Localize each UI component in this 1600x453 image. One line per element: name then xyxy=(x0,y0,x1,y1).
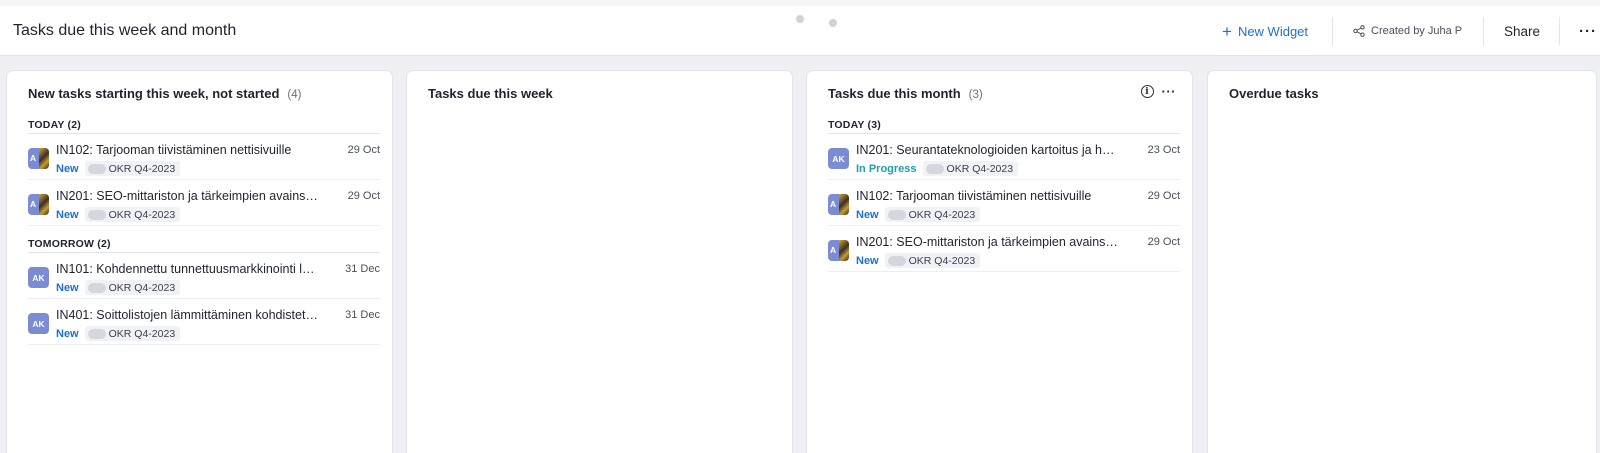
task-title[interactable]: IN201: SEO-mittariston ja tärkeimpien av… xyxy=(856,235,1118,249)
task-row[interactable]: A IN201: SEO-mittariston ja tärkeimpien … xyxy=(828,226,1180,272)
status-badge: New xyxy=(856,208,879,221)
created-by-button[interactable]: Created by Juha P xyxy=(1353,6,1462,56)
task-meta: In Progress OKR Q4-2023 xyxy=(856,161,1019,176)
info-icon[interactable]: i xyxy=(1140,85,1154,98)
task-row[interactable]: A IN201: SEO-mittariston ja tärkeimpien … xyxy=(28,180,380,226)
new-widget-label: New Widget xyxy=(1237,23,1309,39)
task-meta: New OKR Q4-2023 xyxy=(56,161,181,176)
widget-title-text: Overdue tasks xyxy=(1229,86,1319,101)
avatar: AK xyxy=(28,267,49,288)
new-widget-button[interactable]: + New Widget xyxy=(1222,6,1308,56)
status-badge: New xyxy=(56,281,79,294)
task-row[interactable]: AK IN101: Kohdennettu tunnettuusmarkkino… xyxy=(28,253,380,299)
status-badge: New xyxy=(56,327,79,340)
okr-tag[interactable]: OKR Q4-2023 xyxy=(884,253,981,268)
group-label-today: TODAY (3) xyxy=(828,116,1180,134)
widget-new-tasks-this-week: New tasks starting this week, not starte… xyxy=(6,70,393,453)
widget-title: New tasks starting this week, not starte… xyxy=(28,86,301,101)
task-title[interactable]: IN401: Soittolistojen lämmittäminen kohd… xyxy=(56,308,318,322)
avatar: A xyxy=(28,194,49,215)
task-date: 29 Oct xyxy=(347,144,380,156)
widget-actions: i ··· xyxy=(1140,85,1177,98)
status-badge: New xyxy=(56,208,79,221)
more-horizontal-icon[interactable]: ··· xyxy=(1579,6,1597,56)
task-date: 29 Oct xyxy=(347,190,380,202)
drag-indicator-dot xyxy=(829,19,837,27)
task-row[interactable]: AK IN201: Seurantateknologioiden kartoit… xyxy=(828,134,1180,180)
task-title[interactable]: IN201: SEO-mittariston ja tärkeimpien av… xyxy=(56,189,318,203)
okr-tag[interactable]: OKR Q4-2023 xyxy=(884,207,981,222)
widget-title: Tasks due this week xyxy=(428,86,553,101)
widget-title: Tasks due this month (3) xyxy=(828,86,983,101)
task-title[interactable]: IN102: Tarjooman tiivistäminen nettisivu… xyxy=(856,189,1118,203)
okr-tag[interactable]: OKR Q4-2023 xyxy=(84,161,181,176)
okr-tag[interactable]: OKR Q4-2023 xyxy=(84,326,181,341)
okr-tag[interactable]: OKR Q4-2023 xyxy=(922,161,1019,176)
header-divider xyxy=(1559,17,1560,45)
widget-count: (4) xyxy=(287,89,302,101)
task-meta: New OKR Q4-2023 xyxy=(56,326,181,341)
avatar: A xyxy=(828,240,849,261)
more-horizontal-icon[interactable]: ··· xyxy=(1162,85,1177,98)
group-label-tomorrow: TOMORROW (2) xyxy=(28,235,380,253)
task-list: TODAY (2) A IN102: Tarjooman tiivistämin… xyxy=(28,116,380,345)
share-button[interactable]: Share xyxy=(1504,6,1540,56)
task-title[interactable]: IN102: Tarjooman tiivistäminen nettisivu… xyxy=(56,143,318,157)
task-date: 23 Oct xyxy=(1147,144,1180,156)
widget-title-text: Tasks due this week xyxy=(428,86,553,101)
task-date: 29 Oct xyxy=(1147,236,1180,248)
avatar: AK xyxy=(28,313,49,334)
task-date: 29 Oct xyxy=(1147,190,1180,202)
status-badge: New xyxy=(56,162,79,175)
avatar: A xyxy=(828,194,849,215)
task-meta: New OKR Q4-2023 xyxy=(856,207,981,222)
avatar: AK xyxy=(828,148,849,169)
widget-title: Overdue tasks xyxy=(1229,86,1319,101)
widget-title-text: New tasks starting this week, not starte… xyxy=(28,86,280,101)
okr-tag[interactable]: OKR Q4-2023 xyxy=(84,280,181,295)
header-divider xyxy=(1332,17,1333,45)
header-divider xyxy=(1483,17,1484,45)
created-by-label: Created by Juha P xyxy=(1371,25,1463,37)
task-row[interactable]: A IN102: Tarjooman tiivistäminen nettisi… xyxy=(28,134,380,180)
task-row[interactable]: A IN102: Tarjooman tiivistäminen nettisi… xyxy=(828,180,1180,226)
task-date: 31 Dec xyxy=(345,263,380,275)
dashboard-header: Tasks due this week and month + New Widg… xyxy=(0,6,1600,56)
widget-tasks-due-this-month: Tasks due this month (3) i ··· TODAY (3)… xyxy=(806,70,1193,453)
status-badge: In Progress xyxy=(856,162,917,175)
drag-indicator-dot xyxy=(796,15,804,23)
group-label-today: TODAY (2) xyxy=(28,116,380,134)
widget-tasks-due-this-week: Tasks due this week xyxy=(406,70,793,453)
task-title[interactable]: IN101: Kohdennettu tunnettuusmarkkinoint… xyxy=(56,262,318,276)
okr-tag[interactable]: OKR Q4-2023 xyxy=(84,207,181,222)
task-date: 31 Dec xyxy=(345,309,380,321)
task-list: TODAY (3) AK IN201: Seurantateknologioid… xyxy=(828,116,1180,272)
task-row[interactable]: AK IN401: Soittolistojen lämmittäminen k… xyxy=(28,299,380,345)
status-badge: New xyxy=(856,254,879,267)
task-meta: New OKR Q4-2023 xyxy=(56,280,181,295)
task-meta: New OKR Q4-2023 xyxy=(856,253,981,268)
task-title[interactable]: IN201: Seurantateknologioiden kartoitus … xyxy=(856,143,1118,157)
widget-overdue-tasks: Overdue tasks xyxy=(1207,70,1597,453)
page-title: Tasks due this week and month xyxy=(13,22,237,39)
widget-count: (3) xyxy=(968,89,983,101)
widget-title-text: Tasks due this month xyxy=(828,86,961,101)
share-nodes-icon xyxy=(1353,25,1365,37)
plus-icon: + xyxy=(1222,21,1232,41)
avatar: A xyxy=(28,148,49,169)
task-meta: New OKR Q4-2023 xyxy=(56,207,181,222)
